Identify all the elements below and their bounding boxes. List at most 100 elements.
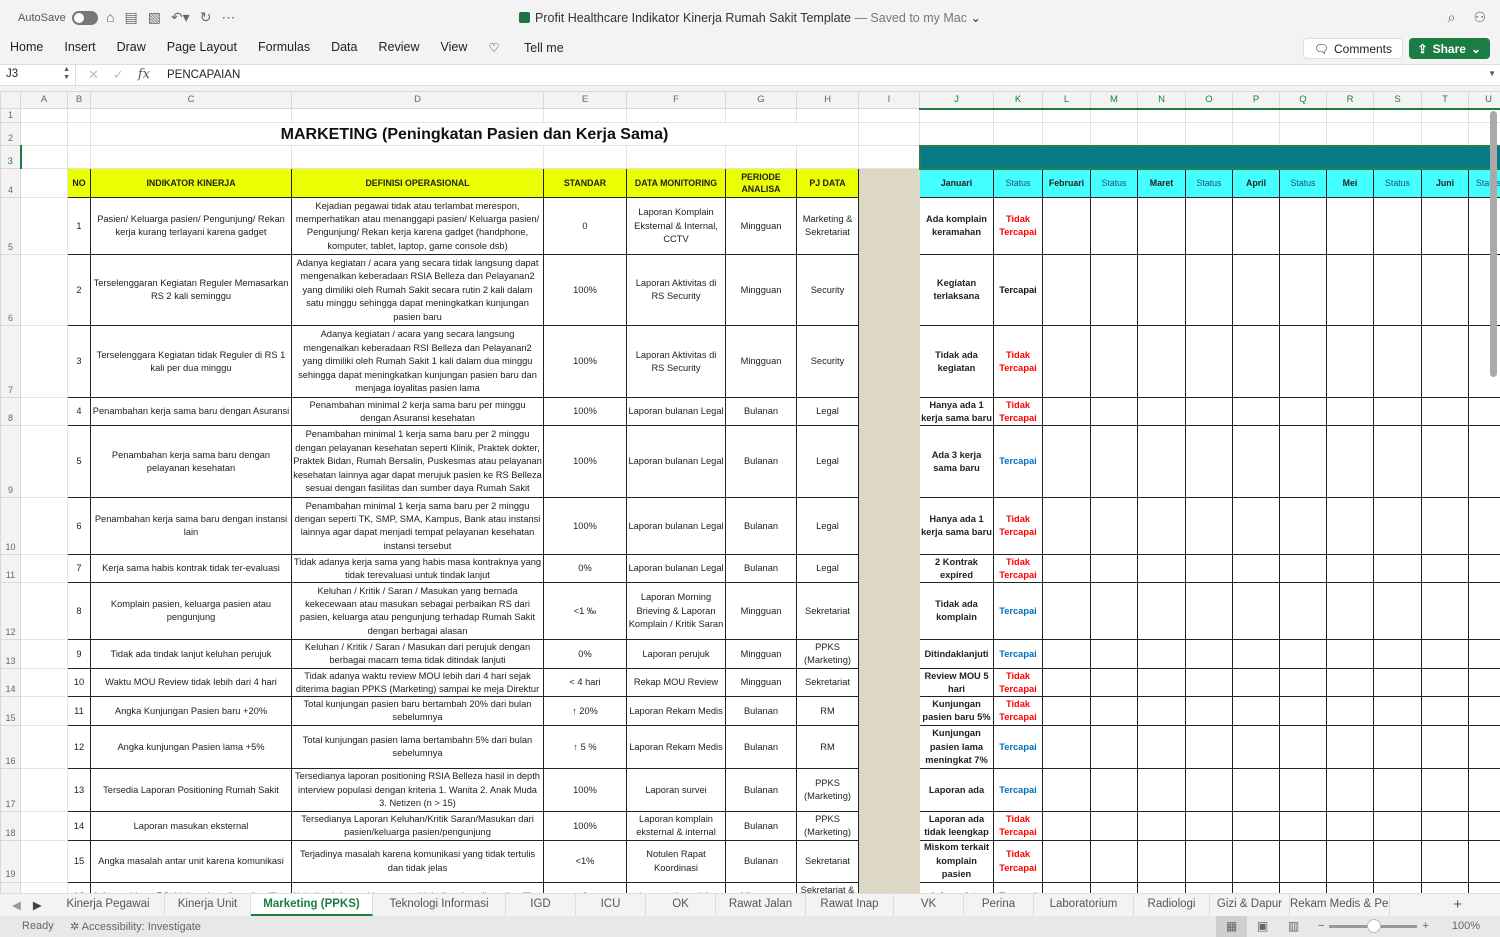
column-header-P[interactable]: P — [1232, 91, 1280, 110]
cell[interactable] — [919, 107, 994, 124]
month-cell[interactable] — [1137, 811, 1186, 842]
month-cell[interactable] — [1421, 197, 1469, 256]
sheet-tab[interactable]: IGD — [506, 894, 576, 916]
no-cell[interactable]: 1 — [67, 197, 91, 256]
cell[interactable] — [1185, 122, 1233, 147]
month-cell[interactable] — [1185, 639, 1233, 670]
cell[interactable] — [67, 122, 91, 147]
definisi-cell[interactable]: Keluhan / Kritik / Saran / Masukan dari … — [291, 639, 544, 670]
standar-cell[interactable]: ↑ 5 % — [543, 725, 627, 770]
month-cell[interactable] — [1373, 497, 1422, 556]
cell[interactable] — [1232, 107, 1280, 124]
no-cell[interactable]: 15 — [67, 840, 91, 883]
month-cell[interactable] — [1232, 811, 1280, 842]
standar-cell[interactable]: 0% — [543, 554, 627, 584]
cancel-icon[interactable]: ✕ — [88, 67, 99, 83]
month-cell[interactable] — [1090, 197, 1138, 256]
cell[interactable] — [543, 107, 627, 124]
no-cell[interactable]: 4 — [67, 397, 91, 427]
month-cell[interactable] — [1279, 881, 1327, 893]
status-cell[interactable]: Tidak Tercapai — [993, 197, 1043, 256]
periode-cell[interactable]: Bulanan — [725, 696, 797, 727]
cell-A[interactable] — [20, 145, 68, 170]
month-cell[interactable] — [1373, 582, 1422, 641]
cell[interactable] — [1326, 107, 1374, 124]
month-cell[interactable] — [1279, 197, 1327, 256]
row-header[interactable]: 8 — [0, 397, 21, 427]
cell[interactable] — [725, 145, 797, 170]
cell[interactable] — [291, 107, 544, 124]
monitoring-cell[interactable]: Laporan bulanan Legal — [626, 554, 726, 584]
pj-cell[interactable]: Sekretariat & PPKS — [796, 881, 859, 893]
month-cell[interactable] — [1232, 425, 1280, 499]
no-cell[interactable]: 12 — [67, 725, 91, 770]
definisi-cell[interactable]: Tersedianya Laporan Keluhan/Kritik Saran… — [291, 811, 544, 842]
zoom-slider-knob[interactable] — [1367, 918, 1382, 933]
cell[interactable] — [1373, 107, 1422, 124]
januari-cell[interactable]: Laporan ada tidak leengkap — [919, 811, 994, 842]
pj-cell[interactable]: RM — [796, 696, 859, 727]
standar-cell[interactable]: 0% — [543, 639, 627, 670]
column-header-Q[interactable]: Q — [1279, 91, 1327, 110]
month-cell[interactable] — [1232, 725, 1280, 770]
month-cell[interactable] — [1279, 840, 1327, 883]
standar-cell[interactable]: 0 — [543, 197, 627, 256]
row-header[interactable]: 16 — [0, 725, 21, 770]
periode-cell[interactable]: Bulanan — [725, 725, 797, 770]
column-header-I[interactable]: I — [858, 91, 920, 109]
month-cell[interactable] — [1373, 397, 1422, 427]
cell-A[interactable] — [20, 107, 68, 124]
periode-cell[interactable]: Bulanan — [725, 497, 797, 556]
cell-A[interactable] — [20, 425, 68, 499]
row-header[interactable]: 14 — [0, 668, 21, 698]
row-header[interactable]: 12 — [0, 582, 21, 641]
zoom-in-icon[interactable]: + — [1422, 920, 1428, 932]
periode-cell[interactable]: Mingguan — [725, 639, 797, 670]
column-header-U[interactable]: U — [1468, 91, 1500, 110]
column-header-S[interactable]: S — [1373, 91, 1422, 110]
month-cell[interactable] — [1326, 840, 1374, 883]
cell[interactable] — [919, 122, 994, 147]
sheet-tab[interactable]: OK — [646, 894, 716, 916]
month-cell[interactable] — [1137, 696, 1186, 727]
month-cell[interactable] — [1279, 554, 1327, 584]
month-cell[interactable] — [1042, 325, 1091, 399]
worksheet[interactable]: A B C D E F G H I J K L M N O P Q R S T U 1 2 MARKETING (Pening… — [0, 91, 1500, 893]
month-cell[interactable] — [1373, 725, 1422, 770]
month-cell[interactable] — [1232, 497, 1280, 556]
month-cell[interactable] — [1232, 325, 1280, 399]
monitoring-cell[interactable]: Laporan bulanan Legal — [626, 425, 726, 499]
month-cell[interactable] — [1373, 811, 1422, 842]
select-all-corner[interactable] — [0, 91, 21, 109]
monitoring-cell[interactable]: Laporan Morning Brieving & Laporan Kompl… — [626, 582, 726, 641]
month-cell[interactable] — [1042, 254, 1091, 327]
row-header[interactable]: 6 — [0, 254, 21, 327]
tab-draw[interactable]: Draw — [117, 40, 146, 55]
cell[interactable] — [796, 107, 859, 124]
month-cell[interactable] — [1042, 668, 1091, 698]
sheet-tab[interactable]: Marketing (PPKS) — [251, 894, 373, 916]
month-cell[interactable] — [1373, 325, 1422, 399]
cell-A[interactable] — [20, 325, 68, 399]
row-header[interactable]: 4 — [0, 168, 21, 199]
indikator-cell[interactable]: Informasi baru RS tidak update di media … — [90, 881, 292, 893]
definisi-cell[interactable]: Penambahan minimal 2 kerja sama baru per… — [291, 397, 544, 427]
pj-cell[interactable]: Security — [796, 325, 859, 399]
status-cell[interactable]: Tidak Tercapai — [993, 696, 1043, 727]
month-cell[interactable] — [1042, 881, 1091, 893]
januari-cell[interactable]: 2 Kontrak expired — [919, 554, 994, 584]
cell[interactable] — [1421, 107, 1469, 124]
no-cell[interactable]: 11 — [67, 696, 91, 727]
status-cell[interactable]: Tercapai — [993, 254, 1043, 327]
month-cell[interactable] — [1137, 554, 1186, 584]
row-header[interactable]: 11 — [0, 554, 21, 584]
cell-A[interactable] — [20, 497, 68, 556]
cell[interactable] — [543, 145, 627, 170]
month-cell[interactable] — [1279, 639, 1327, 670]
cell[interactable] — [725, 107, 797, 124]
month-cell[interactable] — [1042, 425, 1091, 499]
definisi-cell[interactable]: Kejadian informasi baru yang tidak di up… — [291, 881, 544, 893]
month-cell[interactable] — [1421, 639, 1469, 670]
month-cell[interactable] — [1137, 497, 1186, 556]
no-cell[interactable]: 6 — [67, 497, 91, 556]
